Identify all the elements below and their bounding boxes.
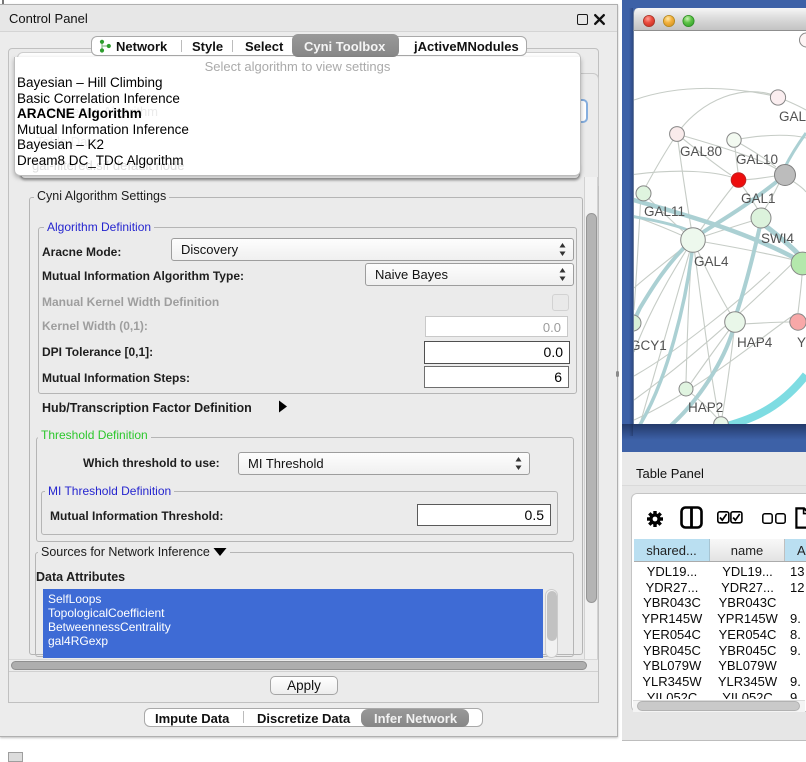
svg-text:HAP2: HAP2	[688, 400, 723, 415]
svg-text:Y: Y	[797, 335, 806, 350]
svg-text:GAL4: GAL4	[694, 254, 729, 269]
svg-text:GAL7: GAL7	[779, 109, 806, 124]
svg-text:SWI4: SWI4	[761, 231, 794, 246]
svg-text:GAL11: GAL11	[644, 204, 685, 219]
svg-text:GCY1: GCY1	[634, 338, 667, 353]
svg-text:GAL10: GAL10	[736, 152, 778, 167]
svg-text:GAL1: GAL1	[741, 191, 776, 206]
svg-text:HAP4: HAP4	[737, 335, 773, 350]
svg-text:GAL80: GAL80	[680, 144, 722, 159]
